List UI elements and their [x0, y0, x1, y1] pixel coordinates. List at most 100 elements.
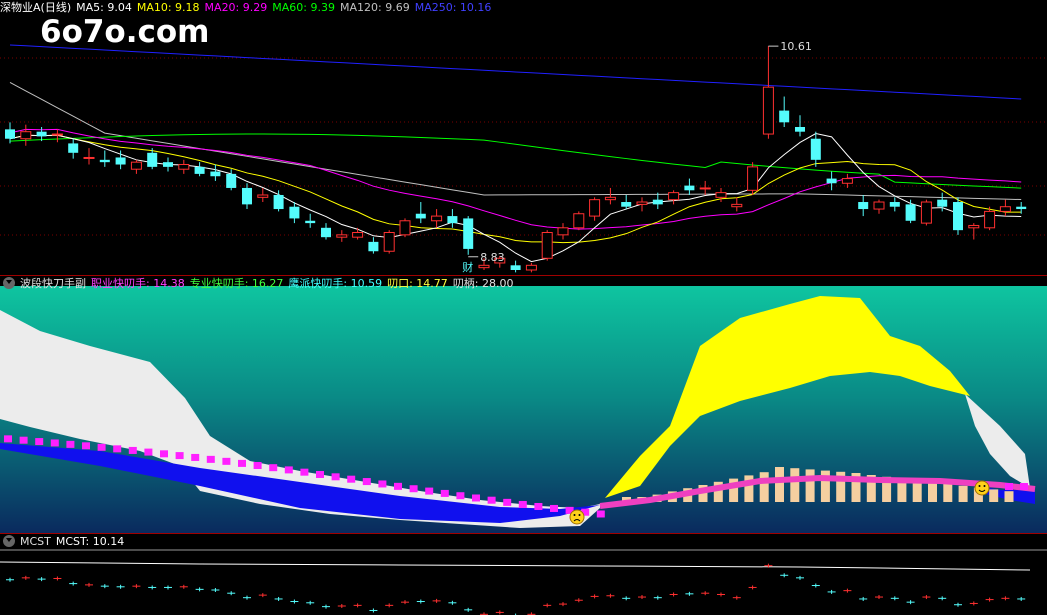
- candle-body: [447, 216, 458, 224]
- candle-body: [336, 234, 348, 238]
- candle-body: [478, 264, 490, 269]
- beige-bar: [790, 468, 800, 502]
- candle-body: [795, 127, 805, 132]
- candle-body: [905, 204, 916, 221]
- magenta-square: [409, 485, 418, 493]
- smile-face-icon: [974, 480, 990, 496]
- magenta-square: [1020, 483, 1028, 490]
- candle-body: [715, 192, 727, 198]
- collapse-icon[interactable]: [3, 277, 15, 289]
- magenta-square: [316, 470, 324, 478]
- beige-bar: [805, 469, 815, 502]
- magenta-square: [331, 473, 340, 481]
- magenta-square: [362, 478, 371, 486]
- candle-body: [1016, 206, 1027, 210]
- candle-body: [557, 227, 569, 236]
- candle-body: [573, 213, 585, 229]
- magenta-square: [191, 453, 200, 461]
- indicator-label: 叨口: 14.77: [387, 277, 448, 290]
- candle-body: [510, 265, 521, 270]
- collapse-icon[interactable]: [3, 535, 15, 547]
- magenta-square: [97, 443, 106, 451]
- magenta-square: [472, 494, 480, 502]
- candle-body: [178, 164, 190, 170]
- beige-bar: [775, 467, 784, 502]
- magenta-square: [518, 500, 527, 508]
- magenta-square: [66, 440, 75, 448]
- low-label: 8.83: [480, 251, 505, 264]
- kline-panel[interactable]: 深物业A(日线) MA5: 9.04 MA10: 9.18 MA20: 9.29 MA6…: [0, 0, 1047, 275]
- candle-body: [589, 199, 601, 217]
- candle-body: [130, 161, 142, 170]
- ma-label: MA250: 10.16: [414, 1, 492, 14]
- candle-body: [889, 202, 900, 207]
- high-label: 10.61: [780, 40, 812, 53]
- candle-body: [321, 227, 331, 238]
- candle-body: [83, 156, 95, 159]
- indicator-chart[interactable]: [0, 276, 1047, 533]
- indicator-panel[interactable]: 波段快刀手副 职业快叨手: 14.38 专业快叨手: 16.27 鹰派快叨手: 10.…: [0, 276, 1047, 533]
- candle-body: [51, 133, 63, 136]
- candle-body: [289, 206, 300, 219]
- candle-body: [147, 152, 158, 167]
- candle-body: [305, 220, 316, 224]
- candle-body: [99, 159, 110, 163]
- candle-body: [20, 131, 32, 140]
- magenta-square: [269, 464, 278, 472]
- ma-label: MA5: 9.04: [76, 1, 132, 14]
- indicator-label: 专业快叨手: 16.27: [189, 277, 284, 290]
- candle-body: [415, 213, 426, 219]
- ma-label: MA20: 9.29: [204, 1, 268, 14]
- candle-body: [920, 201, 932, 224]
- beige-bar: [943, 484, 953, 502]
- candle-body: [999, 206, 1011, 212]
- beige-bar: [958, 485, 968, 502]
- sad-face-icon: [569, 509, 585, 525]
- candle-body: [525, 264, 537, 271]
- fin-mark: 财: [462, 260, 473, 274]
- candle-body: [984, 210, 996, 229]
- magenta-square: [206, 455, 215, 463]
- candle-body: [368, 241, 379, 252]
- ma120-line: [9, 82, 1022, 201]
- magenta-square: [19, 436, 28, 444]
- ma-label: MA10: 9.18: [136, 1, 200, 14]
- mcst-title: MCST: [20, 535, 51, 548]
- candle-body: [937, 199, 948, 207]
- magenta-square: [300, 468, 309, 476]
- candle-body: [968, 224, 980, 229]
- candle-body: [115, 157, 126, 165]
- candle-body: [383, 231, 395, 252]
- magenta-square: [4, 435, 12, 443]
- candle-body: [5, 129, 15, 139]
- candle-body: [762, 86, 774, 135]
- indicator-label: 叨柄: 28.00: [452, 277, 514, 290]
- candle-body: [953, 202, 963, 231]
- magenta-square: [82, 442, 90, 450]
- mcst-line: [0, 561, 1031, 571]
- stock-title: 深物业A(日线): [0, 1, 72, 14]
- magenta-square: [160, 450, 168, 458]
- magenta-square: [222, 457, 231, 465]
- candle-body: [163, 162, 173, 167]
- ma10-line: [9, 134, 1022, 244]
- magenta-square: [456, 492, 465, 500]
- mcst-value: MCST: 10.14: [55, 535, 125, 548]
- magenta-square: [284, 466, 293, 474]
- magenta-square: [425, 487, 434, 495]
- candle-body: [826, 178, 837, 184]
- mcst-panel[interactable]: MCST MCST: 10.14: [0, 534, 1047, 615]
- magenta-square: [534, 502, 543, 510]
- magenta-square: [128, 446, 137, 454]
- magenta-square: [35, 438, 44, 446]
- candle-body: [210, 171, 221, 177]
- candle-body: [541, 231, 553, 259]
- candle-body: [779, 110, 790, 123]
- ma-label: MA120: 9.69: [339, 1, 410, 14]
- indicator-header: 波段快刀手副 职业快叨手: 14.38 专业快叨手: 16.27 鹰派快叨手: 10.…: [0, 276, 524, 292]
- candle-body: [226, 173, 237, 188]
- candle-body: [68, 143, 79, 153]
- face-eye: [578, 514, 581, 516]
- mcst-chart[interactable]: [0, 534, 1047, 615]
- beige-bar: [759, 472, 769, 502]
